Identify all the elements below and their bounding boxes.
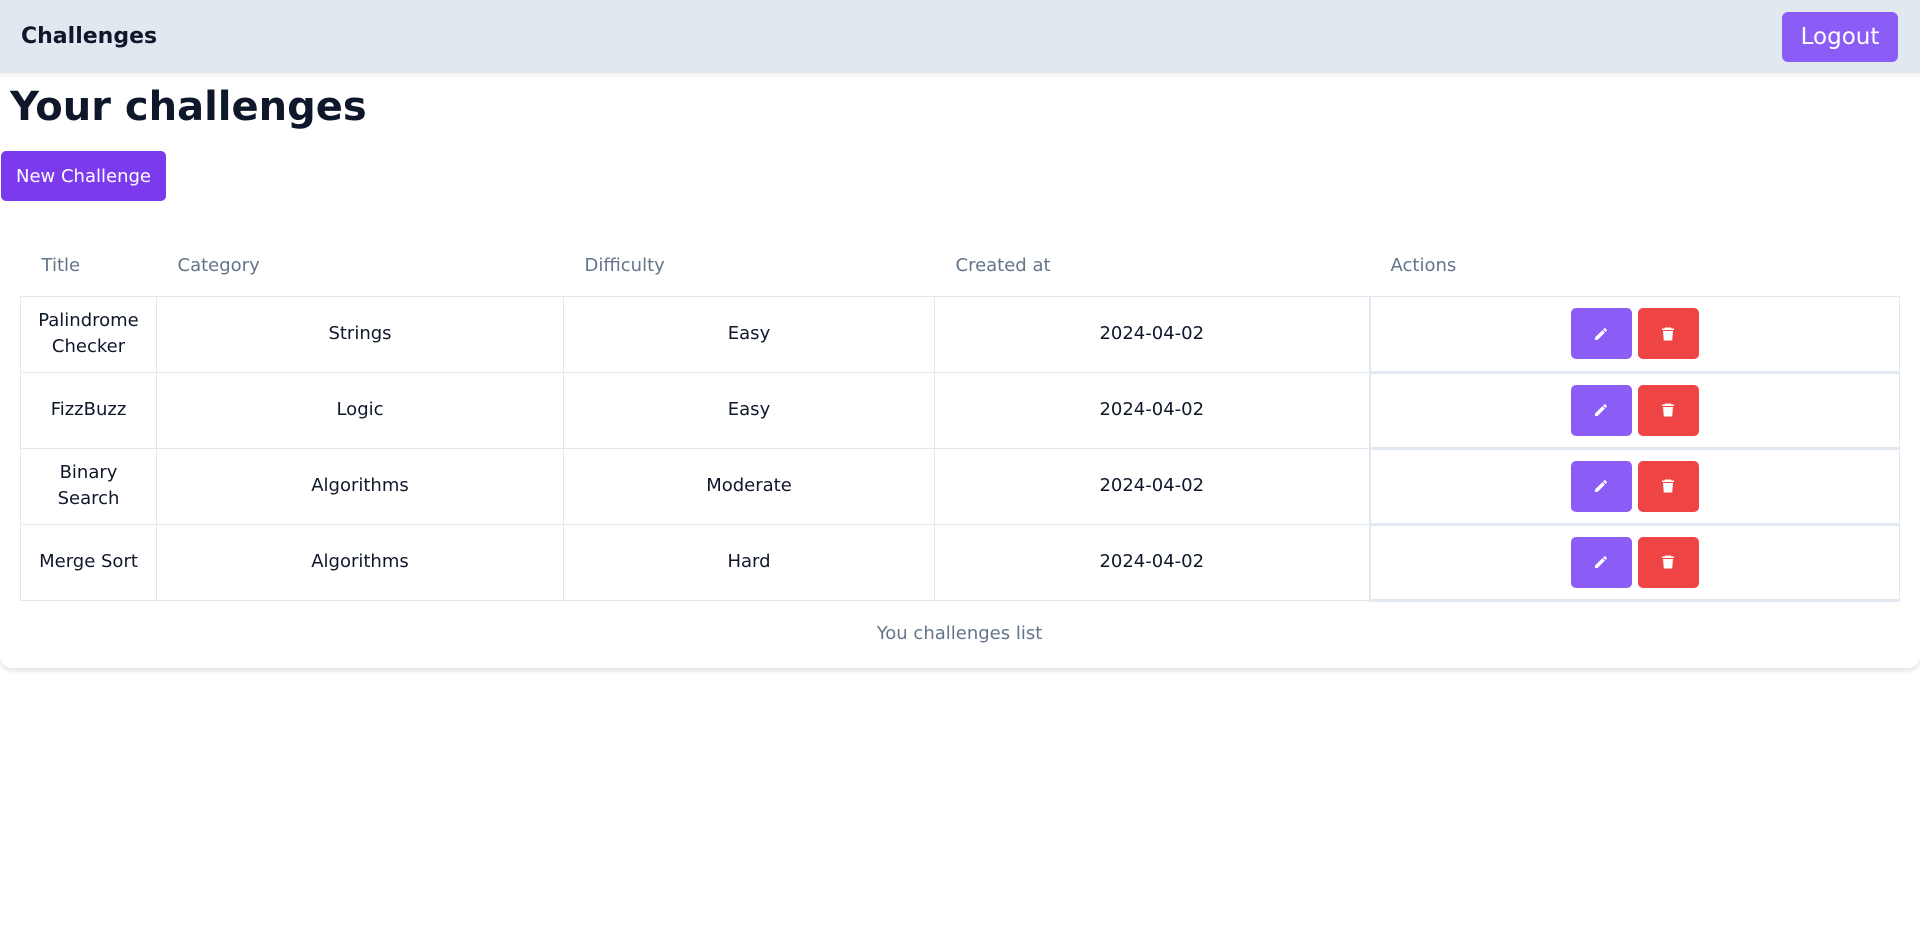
edit-button[interactable] [1570,308,1632,359]
edit-button[interactable] [1570,536,1632,588]
cell-title: FizzBuzz [20,372,157,449]
cell-category: Strings [156,296,564,373]
challenges-table: Title Category Difficulty Created at Act… [20,236,1900,602]
trash-icon [1662,327,1675,340]
cell-difficulty: Hard [563,524,935,601]
column-header-difficulty: Difficulty [563,236,935,297]
column-header-title: Title [20,236,157,297]
page-title: Your challenges [10,84,367,130]
table-row: Palindrome Checker Strings Easy 2024-04-… [20,296,1900,374]
cell-difficulty: Easy [563,372,935,449]
cell-actions [1368,372,1900,450]
column-header-actions: Actions [1369,236,1900,297]
cell-category: Logic [156,372,564,449]
pencil-icon [1595,480,1608,492]
delete-button[interactable] [1637,460,1699,512]
table-caption: You challenges list [876,623,1043,644]
column-header-category: Category [156,236,564,297]
column-header-created-at: Created at [934,236,1370,297]
cell-created-at: 2024-04-02 [934,448,1370,525]
table-row: Merge Sort Algorithms Hard 2024-04-02 [20,524,1900,602]
challenges-card: Title Category Difficulty Created at Act… [0,236,1920,668]
cell-actions [1368,448,1900,526]
trash-icon [1662,555,1675,569]
pencil-icon [1595,327,1608,340]
row-actions [1383,536,1888,588]
delete-button[interactable] [1637,308,1699,359]
cell-created-at: 2024-04-02 [934,296,1370,373]
cell-created-at: 2024-04-02 [934,524,1370,601]
edit-button[interactable] [1570,460,1632,512]
app-title: Challenges [21,24,158,49]
new-challenge-button[interactable]: New Challenge [1,151,166,201]
table-header-row: Title Category Difficulty Created at Act… [20,236,1900,297]
cell-title: Binary Search [20,448,157,525]
row-actions [1383,384,1888,436]
cell-title: Merge Sort [20,524,157,601]
cell-title: Palindrome Checker [20,296,157,373]
cell-category: Algorithms [156,524,564,601]
top-bar: Challenges Logout [0,0,1920,73]
cell-actions [1368,296,1900,374]
table-row: FizzBuzz Logic Easy 2024-04-02 [20,372,1900,450]
delete-button[interactable] [1637,384,1699,436]
trash-icon [1662,403,1675,417]
edit-button[interactable] [1570,384,1632,436]
row-actions [1383,460,1888,512]
cell-difficulty: Moderate [563,448,935,525]
cell-actions [1368,524,1900,602]
table-row: Binary Search Algorithms Moderate 2024-0… [20,448,1900,526]
delete-button[interactable] [1637,536,1699,588]
cell-category: Algorithms [156,448,564,525]
cell-created-at: 2024-04-02 [934,372,1370,449]
cell-difficulty: Easy [563,296,935,373]
trash-icon [1662,479,1675,493]
pencil-icon [1595,556,1608,568]
pencil-icon [1595,404,1608,416]
logout-button[interactable]: Logout [1782,11,1898,62]
row-actions [1383,308,1888,359]
